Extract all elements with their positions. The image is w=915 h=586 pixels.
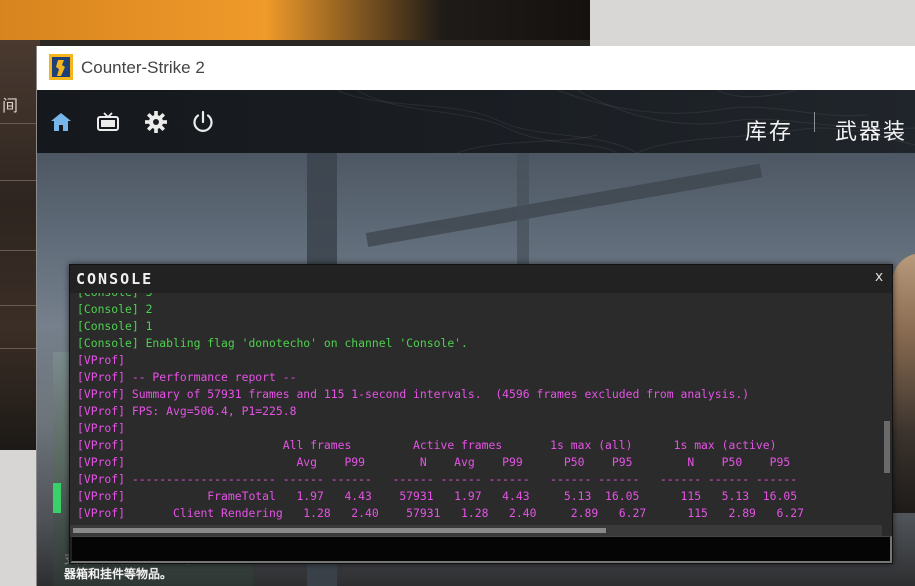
console-panel: CONSOLE x [Console] 3[Console] 2[Console… [69,264,893,564]
console-line: [VProf] Summary of 57931 frames and 115 … [77,387,750,401]
background-window-banner [0,0,590,40]
console-line: [VProf] All frames Active frames 1s max … [77,438,777,452]
top-nav-bar: 库存 武器装 [37,90,915,153]
nav-divider [814,112,815,132]
nav-item-inventory[interactable]: 库存 [745,114,793,146]
character-figure [892,253,915,513]
divider [0,250,40,251]
divider [0,348,40,349]
vertical-scrollbar-thumb[interactable] [884,421,890,473]
nav-item-loadout[interactable]: 武器装 [835,114,907,146]
promo-card-accent [53,483,61,513]
console-line: [VProf] Client Rendering 1.28 2.40 57931… [77,506,804,520]
console-output: [Console] 3[Console] 2 [Console] 1 [Consol… [70,293,882,525]
console-line: [VProf] [77,353,126,367]
window-titlebar[interactable]: Counter-Strike 2 [37,46,915,90]
console-line: [VProf] FPS: Avg=506.4, P1=225.8 [77,404,297,418]
close-icon[interactable]: x [872,269,886,285]
home-icon[interactable] [49,110,73,134]
console-line: [VProf] [77,421,126,435]
console-input[interactable] [70,536,892,563]
divider [0,305,40,306]
app-logo-icon [49,54,73,80]
scene-post [517,153,529,273]
vertical-scrollbar[interactable] [883,293,891,525]
horizontal-scrollbar[interactable] [70,525,882,536]
console-line: [VProf] --------------------- ------ ---… [77,472,798,486]
promo-card-text: 器箱和挂件等物品。 [64,567,173,581]
scene-beam [365,163,763,247]
horizontal-scrollbar-thumb[interactable] [73,528,606,533]
background-window-edge [590,0,915,48]
console-lines: [Console] 3[Console] 2 [Console] 1 [Consol… [77,293,877,525]
console-line: [VProf] -- Performance report -- [77,370,297,384]
divider [0,123,40,124]
tv-icon[interactable] [96,110,120,134]
console-line: [Console] 3 [77,293,877,301]
console-line: [VProf] Avg P99 N Avg P99 P50 P95 N P50 … [77,455,791,469]
background-window-left: 间 [0,40,40,450]
power-icon[interactable] [191,110,215,134]
console-header[interactable]: CONSOLE x [70,265,892,293]
background-window-label: 间 [2,96,19,115]
console-line: [Console] Enabling flag 'donotecho' on c… [77,336,468,350]
window-title: Counter-Strike 2 [81,58,205,77]
divider [0,180,40,181]
desktop-area [0,450,40,586]
console-line: [Console] 2 [77,302,153,316]
console-line: [Console] 1 [77,319,153,333]
console-title: CONSOLE [76,270,154,288]
console-line: [VProf] FrameTotal 1.97 4.43 57931 1.97 … [77,489,798,503]
gear-icon[interactable] [144,110,168,134]
